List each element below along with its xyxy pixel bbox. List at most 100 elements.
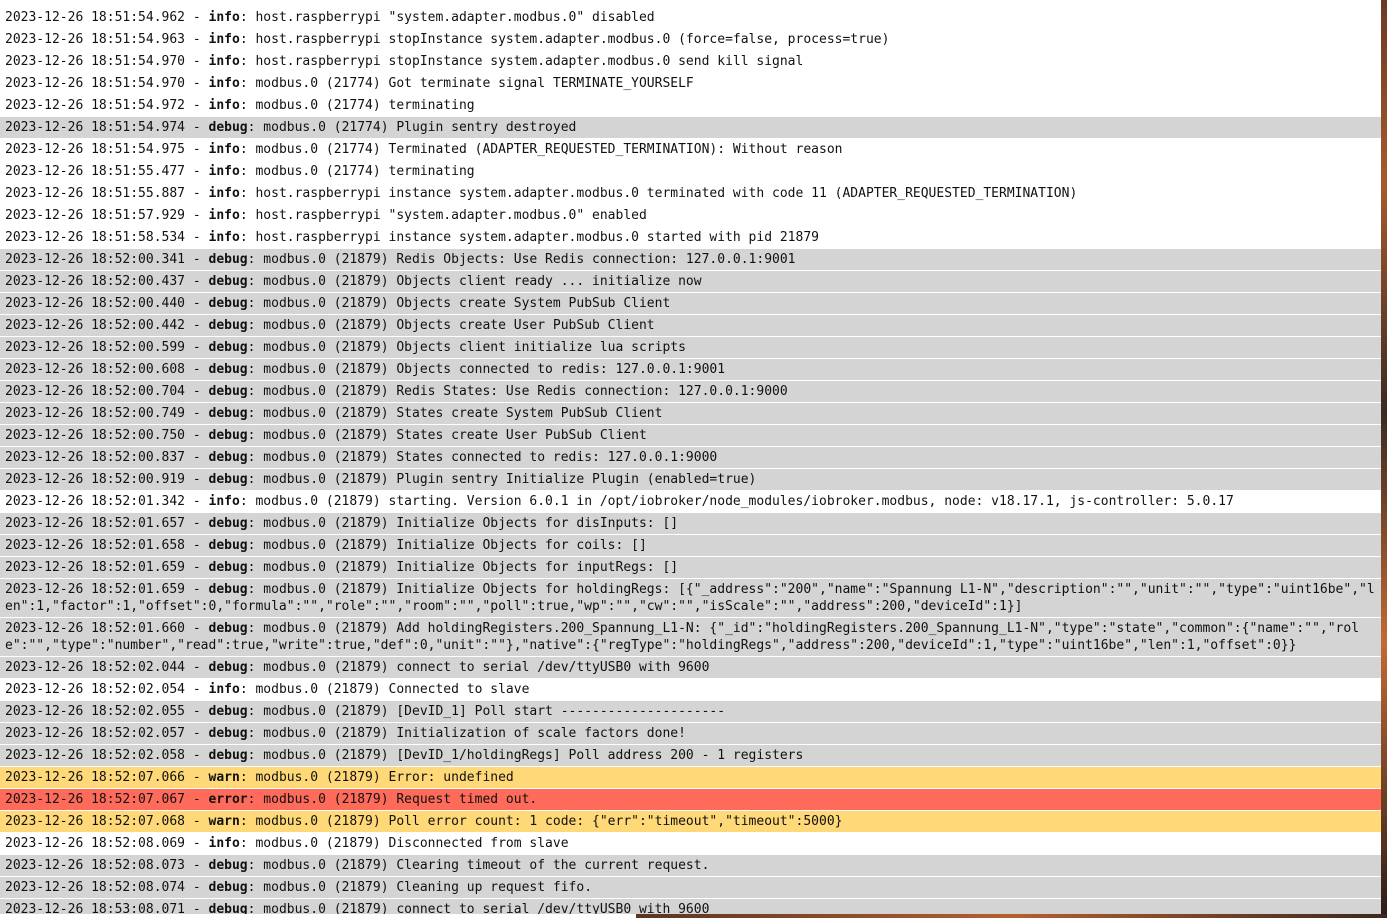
log-line-info: 2023-12-26 18:51:57.929 - info: host.ras…	[0, 205, 1381, 226]
log-timestamp: 2023-12-26 18:52:01.659	[5, 582, 186, 597]
log-level: debug	[208, 406, 248, 421]
log-line-debug: 2023-12-26 18:52:01.658 - debug: modbus.…	[0, 535, 1381, 556]
log-line-debug: 2023-12-26 18:52:00.440 - debug: modbus.…	[0, 293, 1381, 314]
log-message: modbus.0 (21879) Redis Objects: Use Redi…	[263, 252, 796, 267]
log-message: modbus.0 (21879) Cleaning up request fif…	[263, 880, 593, 895]
log-list: 2023-12-26 18:51:54.962 - info: host.ras…	[0, 7, 1381, 914]
log-message: modbus.0 (21879) Request timed out.	[263, 792, 538, 807]
log-level: info	[208, 230, 240, 245]
log-line-debug: 2023-12-26 18:53:08.071 - debug: modbus.…	[0, 899, 1381, 914]
log-timestamp: 2023-12-26 18:52:01.660	[5, 621, 186, 636]
log-level: info	[208, 98, 240, 113]
log-message: modbus.0 (21879) Error: undefined	[255, 770, 514, 785]
log-level: debug	[208, 252, 248, 267]
log-timestamp: 2023-12-26 18:51:54.970	[5, 54, 186, 69]
log-timestamp: 2023-12-26 18:52:00.837	[5, 450, 186, 465]
log-timestamp: 2023-12-26 18:51:55.887	[5, 186, 186, 201]
log-line-warn: 2023-12-26 18:52:07.066 - warn: modbus.0…	[0, 767, 1381, 788]
log-line-info: 2023-12-26 18:51:54.972 - info: modbus.0…	[0, 95, 1381, 116]
log-timestamp: 2023-12-26 18:52:08.073	[5, 858, 186, 873]
log-level: debug	[208, 538, 248, 553]
log-line-debug: 2023-12-26 18:52:08.074 - debug: modbus.…	[0, 877, 1381, 898]
log-level: info	[208, 682, 240, 697]
log-message: modbus.0 (21879) Objects create User Pub…	[263, 318, 655, 333]
log-message: modbus.0 (21879) Objects connected to re…	[263, 362, 726, 377]
log-timestamp: 2023-12-26 18:52:00.599	[5, 340, 186, 355]
log-line-debug: 2023-12-26 18:52:00.599 - debug: modbus.…	[0, 337, 1381, 358]
log-line-debug: 2023-12-26 18:52:00.608 - debug: modbus.…	[0, 359, 1381, 380]
log-window[interactable]: 2023-12-26 18:51:54.962 - info: host.ras…	[0, 0, 1381, 914]
log-line-debug: 2023-12-26 18:52:01.659 - debug: modbus.…	[0, 579, 1381, 617]
log-level: debug	[208, 318, 248, 333]
log-level: debug	[208, 880, 248, 895]
log-message: modbus.0 (21879) States connected to red…	[263, 450, 718, 465]
desktop-background-bottom	[636, 914, 1387, 918]
log-line-info: 2023-12-26 18:51:54.962 - info: host.ras…	[0, 7, 1381, 28]
log-line-info: 2023-12-26 18:52:08.069 - info: modbus.0…	[0, 833, 1381, 854]
log-level: debug	[208, 428, 248, 443]
log-timestamp: 2023-12-26 18:52:00.750	[5, 428, 186, 443]
log-level: info	[208, 836, 240, 851]
log-timestamp: 2023-12-26 18:51:58.534	[5, 230, 186, 245]
log-level: error	[208, 792, 248, 807]
log-level: debug	[208, 384, 248, 399]
log-level: debug	[208, 516, 248, 531]
log-message: modbus.0 (21879) [DevID_1/holdingRegs] P…	[263, 748, 804, 763]
log-line-info: 2023-12-26 18:51:54.963 - info: host.ras…	[0, 29, 1381, 50]
log-line-info: 2023-12-26 18:52:02.054 - info: modbus.0…	[0, 679, 1381, 700]
log-level: debug	[208, 296, 248, 311]
log-message: modbus.0 (21879) Clearing timeout of the…	[263, 858, 710, 873]
log-message: modbus.0 (21879) Disconnected from slave	[255, 836, 569, 851]
log-level: info	[208, 164, 240, 179]
log-line-info: 2023-12-26 18:51:55.477 - info: modbus.0…	[0, 161, 1381, 182]
log-line-debug: 2023-12-26 18:52:02.057 - debug: modbus.…	[0, 723, 1381, 744]
log-message: modbus.0 (21879) Initialize Objects for …	[263, 516, 679, 531]
log-level: warn	[208, 770, 240, 785]
log-timestamp: 2023-12-26 18:52:02.058	[5, 748, 186, 763]
log-message: modbus.0 (21879) connect to serial /dev/…	[263, 902, 710, 914]
log-message: modbus.0 (21879) Plugin sentry Initializ…	[263, 472, 757, 487]
log-level: warn	[208, 814, 240, 829]
log-line-debug: 2023-12-26 18:52:01.660 - debug: modbus.…	[0, 618, 1381, 656]
log-message: host.raspberrypi stopInstance system.ada…	[255, 54, 804, 69]
log-timestamp: 2023-12-26 18:52:07.067	[5, 792, 186, 807]
log-level: info	[208, 10, 240, 25]
log-timestamp: 2023-12-26 18:52:00.749	[5, 406, 186, 421]
log-message: modbus.0 (21879) starting. Version 6.0.1…	[255, 494, 1234, 509]
log-timestamp: 2023-12-26 18:51:54.974	[5, 120, 186, 135]
log-timestamp: 2023-12-26 18:52:00.341	[5, 252, 186, 267]
log-line-info: 2023-12-26 18:51:54.970 - info: host.ras…	[0, 51, 1381, 72]
log-timestamp: 2023-12-26 18:52:00.919	[5, 472, 186, 487]
log-level: debug	[208, 362, 248, 377]
log-level: info	[208, 186, 240, 201]
log-message: modbus.0 (21879) Objects create System P…	[263, 296, 671, 311]
log-level: debug	[208, 748, 248, 763]
log-message: host.raspberrypi "system.adapter.modbus.…	[255, 10, 655, 25]
log-line-error: 2023-12-26 18:52:07.067 - error: modbus.…	[0, 789, 1381, 810]
log-message: modbus.0 (21879) Initialize Objects for …	[263, 560, 679, 575]
log-line-info: 2023-12-26 18:51:58.534 - info: host.ras…	[0, 227, 1381, 248]
log-line-debug: 2023-12-26 18:52:01.657 - debug: modbus.…	[0, 513, 1381, 534]
log-message: modbus.0 (21774) Terminated (ADAPTER_REQ…	[255, 142, 843, 157]
log-level: debug	[208, 340, 248, 355]
log-level: debug	[208, 902, 248, 914]
log-message: modbus.0 (21774) terminating	[255, 164, 475, 179]
log-line-debug: 2023-12-26 18:52:00.704 - debug: modbus.…	[0, 381, 1381, 402]
log-message: modbus.0 (21879) connect to serial /dev/…	[263, 660, 710, 675]
log-message: modbus.0 (21879) States create System Pu…	[263, 406, 663, 421]
log-message: modbus.0 (21879) [DevID_1] Poll start --…	[263, 704, 726, 719]
log-timestamp: 2023-12-26 18:51:55.477	[5, 164, 186, 179]
log-level: info	[208, 32, 240, 47]
log-line-debug: 2023-12-26 18:52:00.750 - debug: modbus.…	[0, 425, 1381, 446]
log-timestamp: 2023-12-26 18:51:54.963	[5, 32, 186, 47]
log-timestamp: 2023-12-26 18:52:08.074	[5, 880, 186, 895]
log-line-debug: 2023-12-26 18:51:54.974 - debug: modbus.…	[0, 117, 1381, 138]
log-message: host.raspberrypi instance system.adapter…	[255, 186, 1078, 201]
log-timestamp: 2023-12-26 18:51:57.929	[5, 208, 186, 223]
log-timestamp: 2023-12-26 18:52:01.658	[5, 538, 186, 553]
log-timestamp: 2023-12-26 18:51:54.970	[5, 76, 186, 91]
log-message: modbus.0 (21879) States create User PubS…	[263, 428, 647, 443]
log-message: modbus.0 (21879) Objects client initiali…	[263, 340, 686, 355]
log-message: host.raspberrypi stopInstance system.ada…	[255, 32, 890, 47]
log-timestamp: 2023-12-26 18:52:01.342	[5, 494, 186, 509]
